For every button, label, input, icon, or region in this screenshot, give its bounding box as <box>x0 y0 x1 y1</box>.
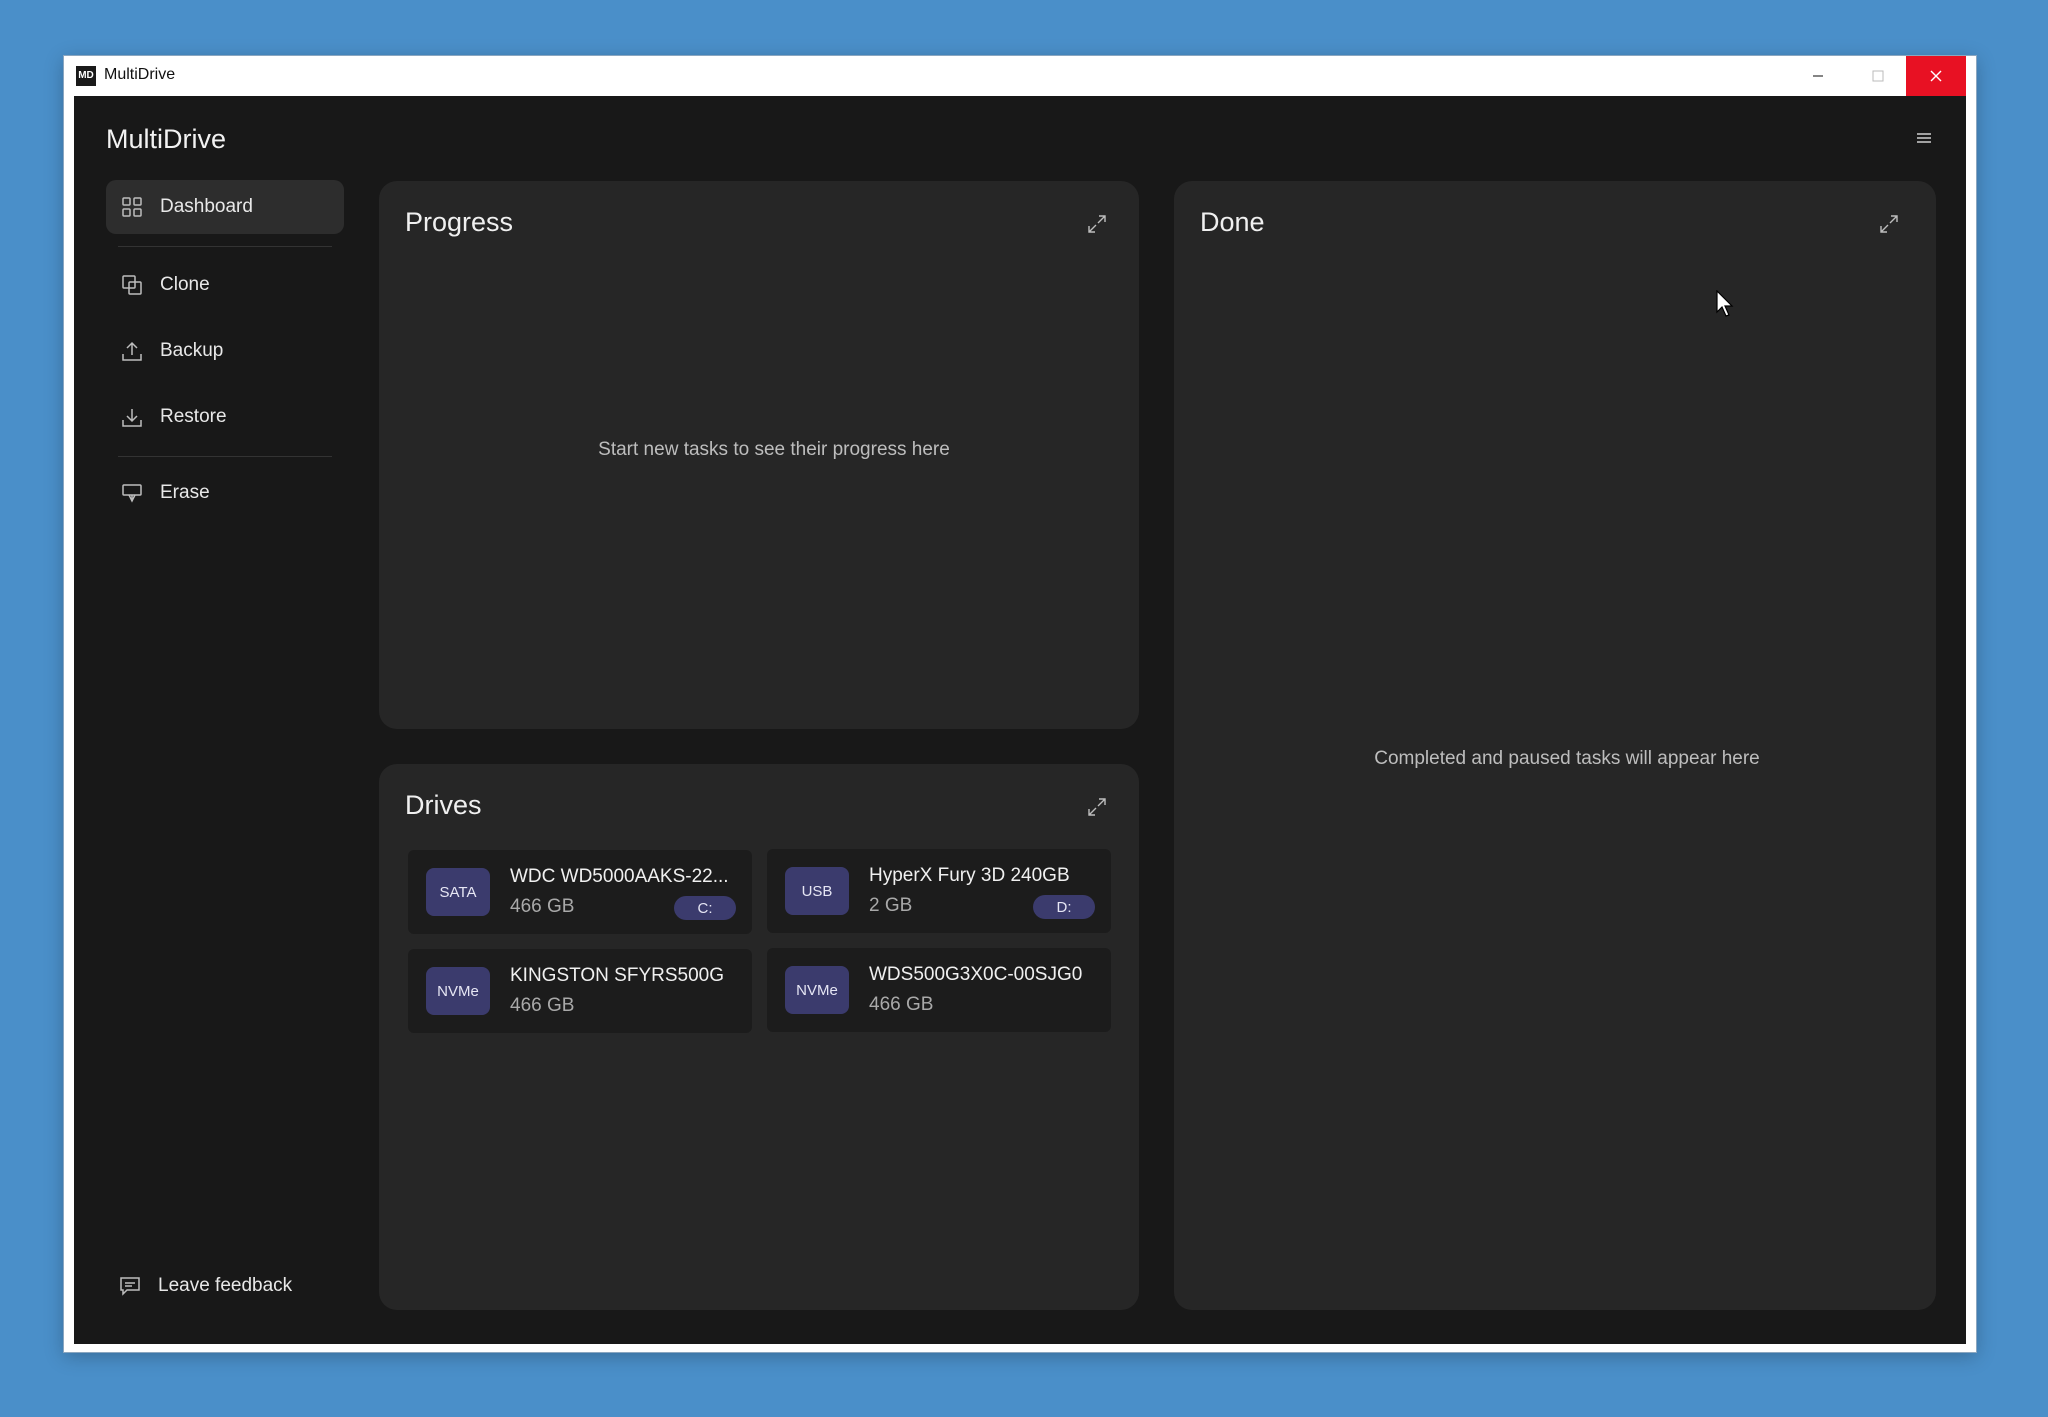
erase-icon <box>120 481 144 505</box>
drive-type-badge: NVMe <box>426 967 490 1015</box>
sidebar-divider <box>118 456 332 457</box>
drives-card: Drives SATA WDC WD5000AAKS-22... 466 GB … <box>379 764 1139 1310</box>
close-button[interactable] <box>1906 56 1966 96</box>
drive-name: KINGSTON SFYRS500G <box>510 965 724 986</box>
expand-icon[interactable] <box>1084 794 1110 820</box>
upload-icon <box>120 339 144 363</box>
sidebar-item-label: Erase <box>160 482 210 503</box>
window-titlebar[interactable]: MD MultiDrive <box>64 56 1976 96</box>
sidebar-item-label: Clone <box>160 274 210 295</box>
minimize-icon <box>1813 75 1823 77</box>
sidebar-item-erase[interactable]: Erase <box>106 466 344 520</box>
done-empty-text: Completed and paused tasks will appear h… <box>1374 748 1760 769</box>
copy-icon <box>120 273 144 297</box>
drive-size: 466 GB <box>510 995 575 1016</box>
sidebar-item-dashboard[interactable]: Dashboard <box>106 180 344 234</box>
mouse-cursor-icon <box>1716 290 1734 317</box>
sidebar-divider <box>118 246 332 247</box>
expand-icon[interactable] <box>1876 211 1902 237</box>
sidebar-item-backup[interactable]: Backup <box>106 324 344 378</box>
drive-letter-badge: D: <box>1033 895 1095 919</box>
sidebar-item-label: Restore <box>160 406 227 427</box>
sidebar-item-clone[interactable]: Clone <box>106 258 344 312</box>
expand-icon[interactable] <box>1084 211 1110 237</box>
drive-card[interactable]: SATA WDC WD5000AAKS-22... 466 GB C: <box>408 850 752 934</box>
drive-name: WDC WD5000AAKS-22... <box>510 866 729 887</box>
app-window: MD MultiDrive MultiDrive Dashboard Clone… <box>64 56 1976 1352</box>
window-title: MultiDrive <box>104 66 176 83</box>
drive-card[interactable]: USB HyperX Fury 3D 240GB 2 GB D: <box>767 849 1111 933</box>
minimize-button[interactable] <box>1788 56 1848 96</box>
sidebar-item-label: Dashboard <box>160 196 253 217</box>
progress-title: Progress <box>405 207 514 237</box>
drive-size: 2 GB <box>869 895 913 916</box>
drive-name: HyperX Fury 3D 240GB <box>869 865 1070 886</box>
feedback-label: Leave feedback <box>158 1275 293 1296</box>
drive-type-badge: SATA <box>426 868 490 916</box>
feedback-icon <box>118 1274 142 1298</box>
drive-card[interactable]: NVMe WDS500G3X0C-00SJG0 466 GB <box>767 948 1111 1032</box>
drive-name: WDS500G3X0C-00SJG0 <box>869 964 1083 985</box>
progress-empty-text: Start new tasks to see their progress he… <box>598 439 950 460</box>
drive-type-badge: USB <box>785 867 849 915</box>
sidebar-item-label: Backup <box>160 340 224 361</box>
maximize-button[interactable] <box>1848 56 1908 96</box>
menu-button[interactable] <box>1910 124 1938 152</box>
leave-feedback-button[interactable]: Leave feedback <box>118 1274 292 1298</box>
sidebar-item-restore[interactable]: Restore <box>106 390 344 444</box>
grid-icon <box>120 195 144 219</box>
progress-card: Progress Start new tasks to see their pr… <box>379 181 1139 729</box>
done-title: Done <box>1200 207 1265 237</box>
drives-title: Drives <box>405 790 482 820</box>
drive-size: 466 GB <box>869 994 934 1015</box>
drive-letter-badge: C: <box>674 896 736 920</box>
hamburger-menu-icon <box>1917 133 1931 143</box>
close-icon <box>1930 70 1942 82</box>
drive-size: 466 GB <box>510 896 575 917</box>
maximize-icon <box>1872 70 1884 82</box>
app-logo-icon: MD <box>76 66 96 86</box>
app-title: MultiDrive <box>106 124 227 154</box>
done-card: Done Completed and paused tasks will app… <box>1174 181 1936 1310</box>
download-icon <box>120 405 144 429</box>
app-content: MultiDrive Dashboard Clone Backup Restor… <box>74 96 1966 1344</box>
drive-type-badge: NVMe <box>785 966 849 1014</box>
drive-card[interactable]: NVMe KINGSTON SFYRS500G 466 GB <box>408 949 752 1033</box>
